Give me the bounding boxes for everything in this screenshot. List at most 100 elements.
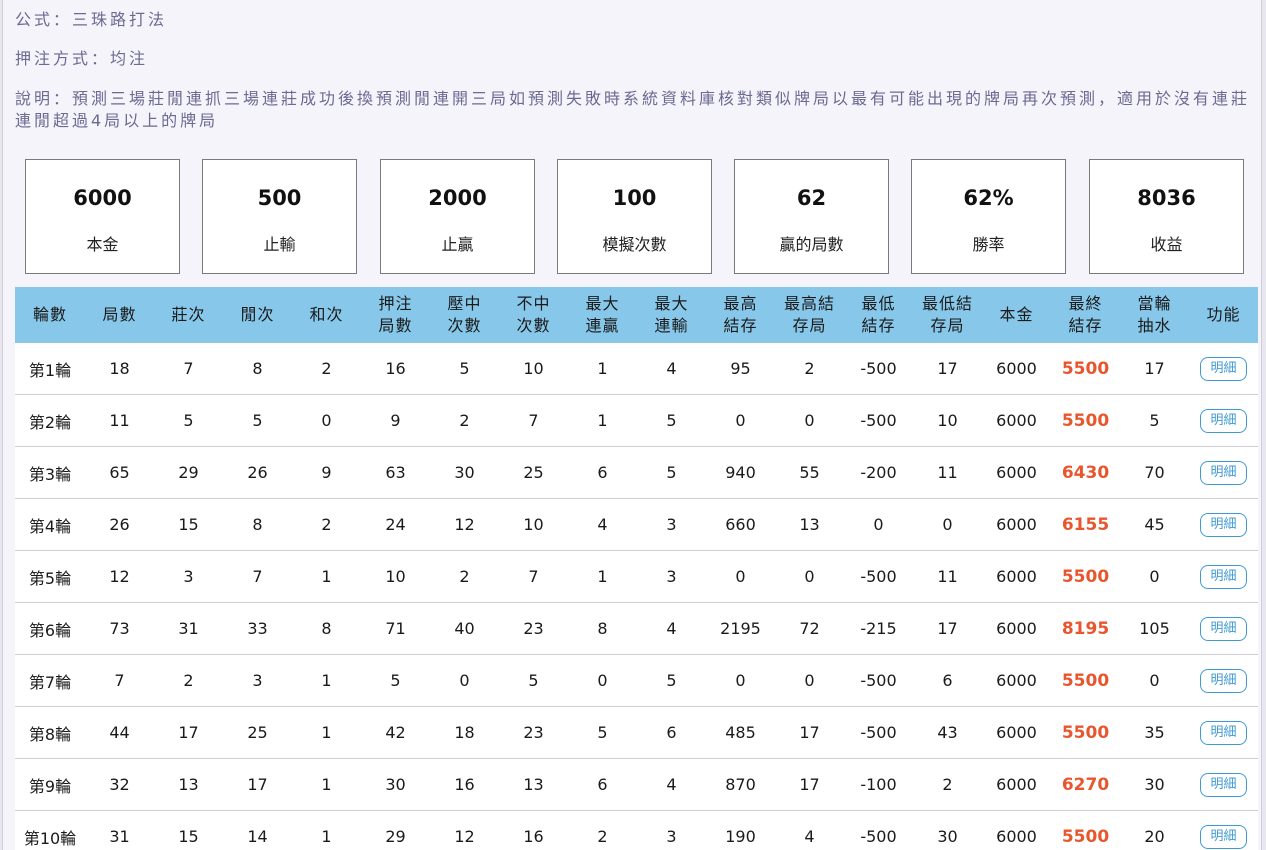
- column-header: 和次: [292, 287, 361, 343]
- table-cell: 30: [913, 810, 982, 850]
- table-row: 第7輪 7 2 3 1 5 0 5 0 5 0 0 -500 6 6000 5500 0 明細: [15, 654, 1258, 707]
- table-cell: -500: [844, 343, 913, 395]
- table-cell: 13: [154, 758, 223, 811]
- column-header-line1: 最高結: [783, 294, 835, 313]
- table-row: 第10輪 31 15 14 1 29 12 16 2 3 190 4 -500 30 6000 5500 20 明…: [15, 810, 1258, 850]
- column-header-line1: 和次: [309, 305, 344, 324]
- table-cell: 660: [706, 498, 775, 551]
- action-cell: 明細: [1189, 498, 1258, 551]
- table-cell: 24: [361, 498, 430, 551]
- detail-button[interactable]: 明細: [1200, 720, 1247, 745]
- table-cell: 5: [637, 446, 706, 499]
- table-cell: 105: [1120, 602, 1189, 655]
- column-header-line1: 最大: [585, 294, 620, 313]
- final-balance-cell: 5500: [1051, 550, 1120, 603]
- detail-button[interactable]: 明細: [1200, 616, 1247, 641]
- column-header-line2: 連贏: [585, 316, 620, 335]
- results-table: 輪數 局數 莊次 閒次 和次 押注 局數 壓中 次數 不中 次數 最大 連贏 最大 連輸 最高 結存 最高結 存局最…: [15, 287, 1258, 850]
- table-cell: 29: [154, 446, 223, 499]
- table-cell: 5: [154, 394, 223, 447]
- table-cell: 35: [1120, 706, 1189, 759]
- table-cell: 3: [637, 810, 706, 850]
- table-cell: 7: [154, 343, 223, 395]
- table-cell: 2: [430, 394, 499, 447]
- table-body: 第1輪 18 7 8 2 16 5 10 1 4 95 2 -500 17 6000 5500 17 明細 第2輪 1…: [15, 343, 1258, 850]
- column-header-line1: 本金: [999, 305, 1034, 324]
- table-cell: 5: [361, 654, 430, 707]
- detail-button[interactable]: 明細: [1200, 668, 1247, 693]
- stat-label: 模擬次數: [602, 235, 667, 254]
- table-cell: 7: [499, 550, 568, 603]
- table-cell: 17: [775, 758, 844, 811]
- table-cell: 7: [223, 550, 292, 603]
- table-cell: 26: [85, 498, 154, 551]
- detail-button[interactable]: 明細: [1200, 512, 1247, 537]
- table-cell: 3: [223, 654, 292, 707]
- column-header-line2: 次數: [516, 316, 551, 335]
- table-cell: -500: [844, 654, 913, 707]
- final-balance-cell: 6430: [1051, 446, 1120, 499]
- action-cell: 明細: [1189, 810, 1258, 850]
- table-cell: 6000: [982, 446, 1051, 499]
- detail-button[interactable]: 明細: [1200, 356, 1247, 381]
- column-header-line2: 存局: [930, 316, 965, 335]
- page: 公式：三珠路打法 押注方式：均注 說明：預測三場莊閒連抓三場連莊成功後換預測閒連…: [2, 0, 1262, 850]
- stat-label: 贏的局數: [779, 235, 844, 254]
- table-cell: 4: [637, 602, 706, 655]
- table-cell: -500: [844, 810, 913, 850]
- table-cell: 第9輪: [15, 758, 85, 811]
- table-cell: 33: [223, 602, 292, 655]
- table-cell: 485: [706, 706, 775, 759]
- table-cell: 13: [499, 758, 568, 811]
- detail-button[interactable]: 明細: [1200, 824, 1247, 849]
- stat-label: 止輸: [263, 235, 296, 254]
- table-cell: 7: [85, 654, 154, 707]
- table-cell: 0: [1120, 654, 1189, 707]
- detail-button[interactable]: 明細: [1200, 564, 1247, 589]
- table-row: 第1輪 18 7 8 2 16 5 10 1 4 95 2 -500 17 6000 5500 17 明細: [15, 343, 1258, 395]
- column-header-line1: 莊次: [171, 305, 206, 324]
- table-cell: -500: [844, 550, 913, 603]
- table-cell: 4: [775, 810, 844, 850]
- detail-button[interactable]: 明細: [1200, 772, 1247, 797]
- column-header-line2: 連輸: [654, 316, 689, 335]
- table-cell: 6: [568, 758, 637, 811]
- column-header: 局數: [85, 287, 154, 343]
- column-header: 最大 連輸: [637, 287, 706, 343]
- table-cell: 5: [637, 654, 706, 707]
- table-cell: 30: [430, 446, 499, 499]
- table-row: 第9輪 32 13 17 1 30 16 13 6 4 870 17 -100 2 6000 6270 30 明細: [15, 758, 1258, 811]
- stat-card-stop-loss: 500 止輸: [202, 159, 357, 274]
- table-cell: -215: [844, 602, 913, 655]
- table-cell: 6000: [982, 550, 1051, 603]
- table-cell: 16: [361, 343, 430, 395]
- table-cell: 5: [223, 394, 292, 447]
- stat-card-win-rate: 62% 勝率: [911, 159, 1066, 274]
- table-cell: 45: [1120, 498, 1189, 551]
- table-cell: 10: [913, 394, 982, 447]
- table-cell: 72: [775, 602, 844, 655]
- detail-button[interactable]: 明細: [1200, 460, 1247, 485]
- table-cell: 1: [568, 550, 637, 603]
- column-header-line1: 不中: [516, 294, 551, 313]
- column-header: 輪數: [15, 287, 85, 343]
- formula-line: 公式：三珠路打法: [15, 9, 1255, 31]
- column-header-line1: 最高: [723, 294, 758, 313]
- table-cell: 0: [706, 550, 775, 603]
- bet-method-line: 押注方式：均注: [15, 48, 1255, 70]
- final-balance-cell: 8195: [1051, 602, 1120, 655]
- column-header-line1: 最低: [861, 294, 896, 313]
- column-header-line1: 最大: [654, 294, 689, 313]
- table-cell: 73: [85, 602, 154, 655]
- table-cell: 2: [292, 498, 361, 551]
- table-cell: -500: [844, 394, 913, 447]
- column-header-line1: 功能: [1206, 305, 1241, 324]
- table-cell: 13: [775, 498, 844, 551]
- stat-value: 62: [796, 186, 827, 210]
- detail-button[interactable]: 明細: [1200, 408, 1247, 433]
- table-cell: 7: [499, 394, 568, 447]
- table-cell: 9: [292, 446, 361, 499]
- column-header-line1: 最終: [1068, 294, 1103, 313]
- table-cell: 40: [430, 602, 499, 655]
- table-cell: 第7輪: [15, 654, 85, 707]
